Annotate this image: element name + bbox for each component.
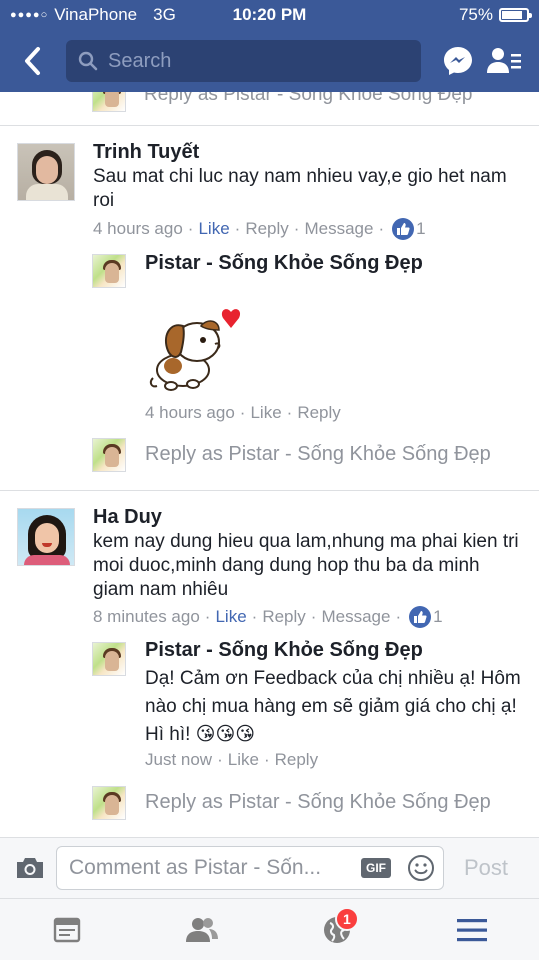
page-avatar (92, 786, 126, 820)
tab-news-feed[interactable] (37, 905, 97, 955)
reply-as-prompt[interactable]: Reply as Pistar - Sống Khỏe Sống Đẹp (145, 443, 491, 466)
like-link[interactable]: Like (198, 219, 229, 239)
comment-placeholder: Comment as Pistar - Sốn... (69, 856, 322, 879)
page-avatar (92, 92, 126, 112)
search-icon (78, 51, 98, 71)
page-avatar[interactable] (92, 642, 126, 676)
carrier-label: VinaPhone (54, 5, 138, 24)
reply-as-prompt[interactable]: Reply as Pistar - Sống Khỏe Sống Đẹp (145, 791, 491, 814)
messenger-button[interactable] (435, 38, 481, 84)
comment-time[interactable]: 8 minutes ago (93, 607, 200, 627)
camera-icon (17, 858, 43, 878)
reply-time[interactable]: 4 hours ago (145, 403, 235, 423)
comment-text: kem nay dung hieu qua lam,nhung ma phai … (93, 531, 519, 600)
battery-percent: 75% (458, 5, 493, 24)
menu-icon (456, 918, 487, 941)
like-thumb-icon[interactable] (392, 218, 415, 240)
camera-button[interactable] (10, 856, 50, 880)
like-count[interactable]: 1 (416, 219, 425, 239)
app-header: ●●●●○ VinaPhone 3G 10:20 PM 75% Search (0, 0, 539, 92)
reply-text: Dạ! Cảm ơn Feedback của chị nhiều ạ! Hôm… (145, 668, 521, 745)
reply-author[interactable]: Pistar - Sống Khỏe Sống Đẹp (145, 252, 423, 275)
bottom-tab-bar: 1 (0, 898, 539, 960)
news-feed-icon (54, 917, 81, 942)
network-label: 3G (153, 5, 176, 24)
comment-input[interactable]: Comment as Pistar - Sốn... GIF (56, 846, 444, 890)
reply-time[interactable]: Just now (145, 750, 212, 770)
like-link[interactable]: Like (250, 403, 281, 423)
avatar[interactable] (17, 143, 75, 201)
notification-badge: 1 (334, 906, 359, 931)
comment-time[interactable]: 4 hours ago (93, 219, 183, 239)
signal-dots-icon: ●●●●○ (10, 9, 49, 21)
friend-requests-icon (487, 48, 521, 73)
divider (0, 490, 539, 491)
messenger-icon (444, 47, 472, 75)
post-button[interactable]: Post (464, 855, 508, 881)
back-chevron-icon (25, 47, 40, 75)
comment-actions: 8 minutes ago · Like · Reply · Message ·… (93, 606, 443, 628)
comment-author[interactable]: Ha Duy (93, 506, 162, 529)
tab-menu[interactable] (442, 905, 502, 955)
reply-as-prompt-partial[interactable]: Reply as Pistar - Sống Khỏe Sống Đẹp (92, 92, 472, 112)
page-avatar[interactable] (92, 254, 126, 288)
comments-thread: Reply as Pistar - Sống Khỏe Sống Đẹp Tri… (0, 92, 539, 837)
reply-link[interactable]: Reply (262, 607, 305, 627)
reply-author[interactable]: Pistar - Sống Khỏe Sống Đẹp (145, 639, 423, 662)
reply-actions: 4 hours ago · Like · Reply (145, 403, 341, 423)
like-thumb-icon[interactable] (409, 606, 432, 628)
puppy-kiss-heart-sticker (145, 304, 245, 394)
message-link[interactable]: Message (304, 219, 373, 239)
search-placeholder: Search (108, 49, 172, 72)
divider (0, 125, 539, 126)
comment-composer: Comment as Pistar - Sốn... GIF Post (0, 837, 539, 898)
nav-bar: Search (0, 30, 539, 92)
like-count[interactable]: 1 (433, 607, 442, 627)
reply-actions: Just now · Like · Reply (145, 750, 319, 770)
like-link[interactable]: Like (228, 750, 259, 770)
tab-notifications[interactable]: 1 (307, 905, 367, 955)
message-link[interactable]: Message (321, 607, 390, 627)
friend-requests-button[interactable] (481, 38, 527, 84)
emoji-icon[interactable] (407, 854, 435, 882)
reply-link[interactable]: Reply (297, 403, 340, 423)
tab-friends[interactable] (172, 905, 232, 955)
page-avatar (92, 438, 126, 472)
reply-link[interactable]: Reply (245, 219, 288, 239)
gif-button[interactable]: GIF (361, 858, 391, 878)
battery-icon (499, 8, 532, 22)
status-bar: ●●●●○ VinaPhone 3G 10:20 PM 75% (0, 0, 539, 30)
comment-text: Sau mat chi luc nay nam nhieu vay,e gio … (93, 166, 507, 211)
friends-icon (186, 917, 219, 942)
search-input[interactable]: Search (66, 40, 421, 82)
like-link[interactable]: Like (215, 607, 246, 627)
avatar[interactable] (17, 508, 75, 566)
back-button[interactable] (12, 46, 52, 76)
reply-link[interactable]: Reply (275, 750, 318, 770)
comment-author[interactable]: Trinh Tuyết (93, 141, 199, 164)
comment-actions: 4 hours ago · Like · Reply · Message · 1 (93, 218, 426, 240)
